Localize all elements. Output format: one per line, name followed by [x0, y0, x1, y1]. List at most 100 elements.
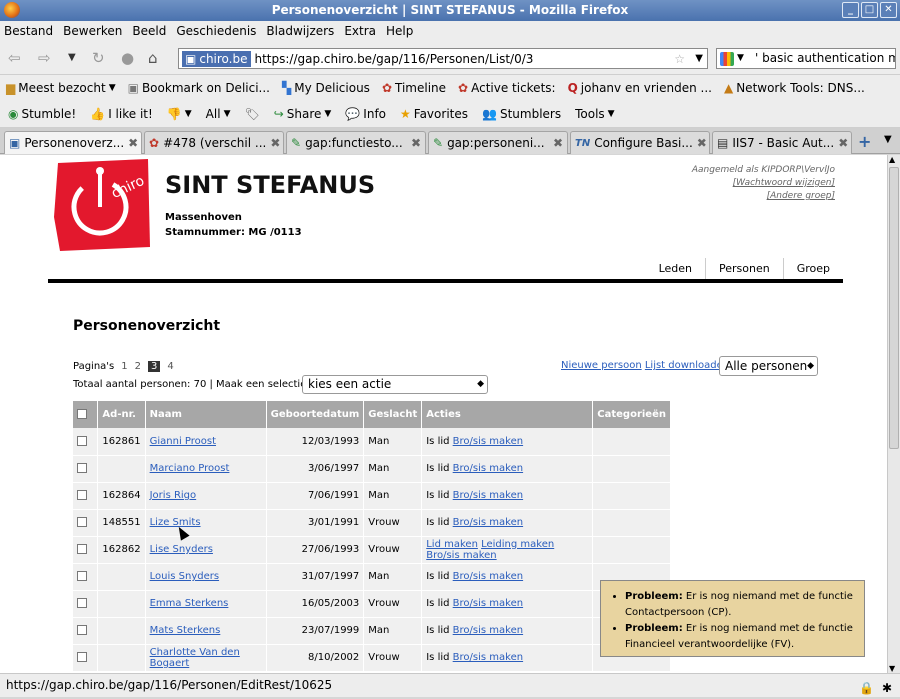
person-name-link[interactable]: Lise Snyders [150, 544, 213, 555]
close-tab-icon[interactable]: ✖ [697, 136, 707, 150]
select-all-checkbox[interactable] [77, 409, 87, 419]
page-link-1[interactable]: 1 [121, 361, 127, 372]
tab-list-dropdown-icon[interactable]: ▼ [884, 134, 892, 145]
change-password-link[interactable]: [Wachtwoord wijzigen] [692, 177, 835, 190]
action-link[interactable]: Bro/sis maken [453, 571, 523, 582]
menu-beeld[interactable]: Beeld [132, 24, 166, 38]
share-button[interactable]: ↪ Share ▼ [274, 107, 332, 121]
page-link-4[interactable]: 4 [167, 361, 173, 372]
menu-geschiedenis[interactable]: Geschiedenis [176, 24, 256, 38]
action-select[interactable]: kies een actie ◆ [302, 375, 488, 394]
url-dropdown-icon[interactable]: ▼ [695, 53, 703, 64]
scroll-down-icon[interactable]: ▼ [889, 664, 895, 673]
person-name-link[interactable]: Louis Snyders [150, 571, 219, 582]
tools-dropdown[interactable]: Tools ▼ [575, 107, 614, 121]
search-engine-dropdown-icon[interactable]: ▼ [737, 49, 744, 68]
header-geslacht[interactable]: Geslacht [363, 401, 423, 428]
close-tab-icon[interactable]: ✖ [553, 136, 563, 150]
person-name-link[interactable]: Emma Sterkens [150, 598, 229, 609]
menu-bladwijzers[interactable]: Bladwijzers [266, 24, 334, 38]
menu-bewerken[interactable]: Bewerken [63, 24, 122, 38]
favorites-button[interactable]: ★ Favorites [400, 107, 468, 121]
action-link[interactable]: Lid maken [426, 539, 478, 550]
bookmark-delicious-bookmark[interactable]: ▣ Bookmark on Delici... [128, 81, 270, 95]
tab-ticket-478[interactable]: ✿ #478 (verschil ... ✖ [144, 131, 284, 154]
row-checkbox[interactable] [77, 463, 87, 473]
person-name-link[interactable]: Joris Rigo [150, 490, 197, 501]
menu-extra[interactable]: Extra [344, 24, 376, 38]
bookmark-timeline[interactable]: ✿ Timeline [382, 81, 446, 95]
bookmark-my-delicious[interactable]: ▚ My Delicious [282, 81, 370, 95]
row-checkbox[interactable] [77, 652, 87, 662]
tab-gap-personeni[interactable]: ✎ gap:personeni... ✖ [428, 131, 568, 154]
tab-personenoverzicht[interactable]: ▣ Personenoverz... ✖ [4, 131, 142, 154]
nav-personen[interactable]: Personen [705, 258, 783, 279]
google-search-icon[interactable] [720, 52, 734, 66]
vertical-scrollbar[interactable]: ▲ ▼ [887, 155, 900, 673]
stumblers-button[interactable]: 👥 Stumblers [482, 107, 561, 121]
action-link[interactable]: Bro/sis maken [453, 625, 523, 636]
row-checkbox[interactable] [77, 625, 87, 635]
close-window-button[interactable]: ✕ [880, 2, 897, 18]
action-link[interactable]: Bro/sis maken [453, 517, 523, 528]
action-link[interactable]: Leiding maken [481, 539, 554, 550]
close-tab-icon[interactable]: ✖ [128, 136, 138, 150]
forward-icon[interactable]: ⇨ [38, 49, 51, 67]
nav-groep[interactable]: Groep [782, 258, 843, 279]
person-name-link[interactable]: Marciano Proost [150, 463, 230, 474]
new-person-link[interactable]: Nieuwe persoon [561, 360, 642, 371]
action-link[interactable]: Bro/sis maken [453, 436, 523, 447]
search-box[interactable]: ▼ ' basic authentication m [716, 48, 896, 69]
row-checkbox[interactable] [77, 598, 87, 608]
person-name-link[interactable]: Charlotte Van den Bogaert [150, 647, 240, 669]
scrollbar-thumb[interactable] [889, 167, 899, 449]
thumbs-down-button[interactable]: 👎 ▼ [167, 107, 192, 121]
bookmark-johanv[interactable]: Qjohanv en vrienden ... [568, 81, 712, 95]
minimize-button[interactable]: _ [842, 2, 859, 18]
all-dropdown[interactable]: All ▼ [206, 107, 231, 121]
other-group-link[interactable]: [Andere groep] [692, 190, 835, 203]
i-like-it-button[interactable]: 👍 I like it! [90, 107, 153, 121]
stop-icon[interactable]: ● [121, 49, 134, 67]
header-naam[interactable]: Naam [145, 401, 267, 428]
menu-help[interactable]: Help [386, 24, 413, 38]
action-link[interactable]: Bro/sis maken [453, 598, 523, 609]
download-list-link[interactable]: Lijst downloaden [645, 360, 729, 371]
tab-configure-basic[interactable]: TN Configure Basi... ✖ [570, 131, 710, 154]
nav-leden[interactable]: Leden [646, 258, 705, 279]
action-link[interactable]: Bro/sis maken [453, 490, 523, 501]
page-link-2[interactable]: 2 [135, 361, 141, 372]
action-link[interactable]: Bro/sis maken [426, 550, 496, 561]
close-tab-icon[interactable]: ✖ [270, 136, 280, 150]
bookmark-meest-bezocht[interactable]: ▆ Meest bezocht ▼ [6, 81, 116, 95]
history-dropdown-icon[interactable]: ▼ [68, 52, 76, 63]
row-checkbox[interactable] [77, 435, 87, 446]
reload-icon[interactable]: ↻ [92, 49, 105, 67]
scroll-up-icon[interactable]: ▲ [889, 155, 895, 164]
person-filter-select[interactable]: Alle personen ◆ [719, 356, 818, 376]
menu-bestand[interactable]: Bestand [4, 24, 53, 38]
person-name-link[interactable]: Gianni Proost [150, 436, 216, 447]
close-tab-icon[interactable]: ✖ [838, 136, 848, 150]
bookmark-network-tools[interactable]: ▲ Network Tools: DNS... [724, 81, 865, 95]
header-adnr[interactable]: Ad-nr. [97, 401, 146, 428]
site-identity[interactable]: ▣ chiro.be [182, 50, 251, 67]
tab-iis7-basic[interactable]: ▤ IIS7 - Basic Aut... ✖ [712, 131, 852, 154]
action-link[interactable]: Bro/sis maken [453, 463, 523, 474]
tag-button[interactable]: 🏷 [244, 107, 259, 121]
person-name-link[interactable]: Mats Sterkens [150, 625, 221, 636]
header-geboortedatum[interactable]: Geboortedatum [266, 401, 365, 428]
new-tab-icon[interactable]: + [858, 132, 871, 151]
home-icon[interactable]: ⌂ [148, 49, 158, 67]
close-tab-icon[interactable]: ✖ [411, 136, 421, 150]
action-link[interactable]: Bro/sis maken [453, 652, 523, 663]
row-checkbox[interactable] [77, 571, 87, 581]
maximize-button[interactable]: □ [861, 2, 878, 18]
bookmark-active-tickets[interactable]: ✿ Active tickets: [458, 81, 556, 95]
bookmark-star-icon[interactable]: ☆ [674, 52, 685, 66]
row-checkbox[interactable] [77, 544, 87, 554]
row-checkbox[interactable] [77, 490, 87, 500]
back-icon[interactable]: ⇦ [8, 49, 21, 67]
stumble-button[interactable]: ◉ Stumble! [8, 107, 76, 121]
row-checkbox[interactable] [77, 517, 87, 527]
